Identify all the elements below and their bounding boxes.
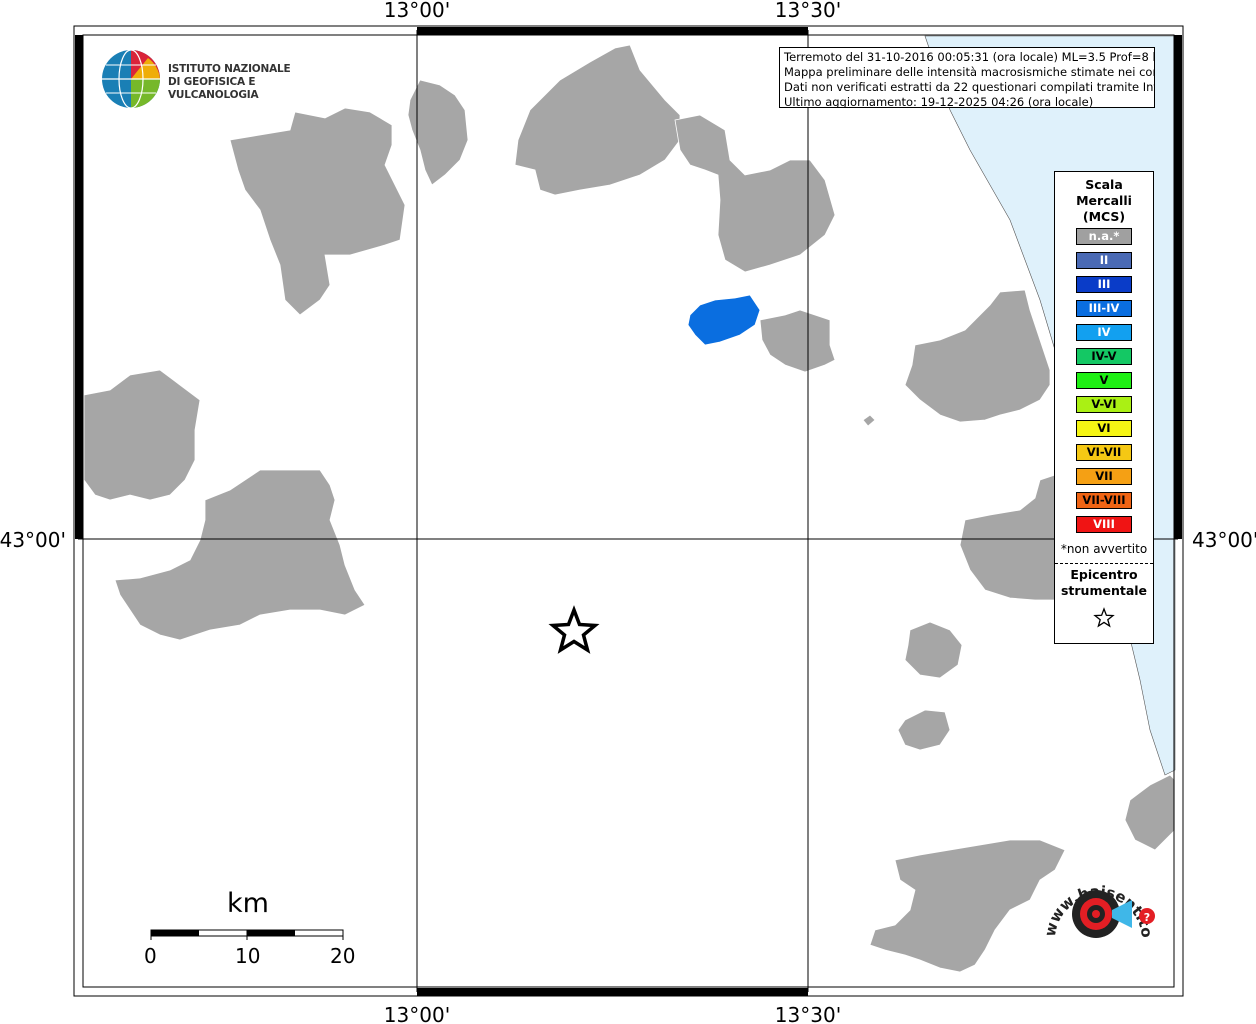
- scale-bar-tick-20: 20: [330, 944, 356, 968]
- lon-label-top-left: 13°00': [384, 0, 450, 22]
- lon-label-top-right: 13°30': [775, 0, 841, 22]
- frame-bar-right: [1174, 35, 1182, 539]
- legend-epicenter-symbol: [1055, 607, 1153, 633]
- scale-bar: km 0 10 20: [130, 888, 370, 978]
- info-line-event: Terremoto del 31-10-2016 00:05:31 (ora l…: [784, 50, 1155, 64]
- scale-bar-tick-10: 10: [235, 944, 261, 968]
- ingv-name-line2: DI GEOFISICA E VULCANOLOGIA: [168, 76, 259, 101]
- mcs-legend: Scala Mercalli (MCS) n.a.* II III III-IV IV I…: [1054, 171, 1154, 644]
- legend-swatch-vii-viii: VII-VIII: [1076, 492, 1132, 509]
- legend-swatch-ii: II: [1076, 252, 1132, 269]
- lat-label-right: 43°00': [1192, 528, 1256, 552]
- legend-na-note: *non avvertito: [1060, 542, 1148, 556]
- legend-swatch-iii-iv: III-IV: [1076, 300, 1132, 317]
- ingv-name-line1: ISTITUTO NAZIONALE: [168, 63, 291, 75]
- lat-label-left: 43°00': [0, 528, 66, 552]
- ingv-name: ISTITUTO NAZIONALE DI GEOFISICA E VULCAN…: [168, 63, 330, 102]
- legend-title-line2: Mercalli: [1076, 193, 1132, 208]
- municipality-area-center-east: [759, 309, 836, 373]
- ingv-globe-icon: [102, 49, 160, 109]
- municipality-area-east-coast: [904, 289, 1051, 423]
- legend-epicenter-line1: Epicentro: [1070, 567, 1138, 582]
- info-line-description: Mappa preliminare delle intensità macros…: [784, 65, 1155, 79]
- hai-sentito-il-terremoto-logo: www.haisentitoilterremoto.it ?: [1022, 844, 1170, 978]
- municipality-area-southeast-small-1: [904, 621, 963, 679]
- earthquake-info-box: Terremoto del 31-10-2016 00:05:31 (ora l…: [779, 47, 1155, 108]
- legend-title: Scala Mercalli (MCS): [1055, 177, 1153, 225]
- legend-swatch-vi: VI: [1076, 420, 1132, 437]
- municipality-area-west: [83, 369, 201, 501]
- hsi-logo-graphic: www.haisentitoilterremoto.it ?: [1022, 844, 1156, 939]
- frame-bar-bottom: [417, 988, 808, 996]
- legend-swatch-viii: VIII: [1076, 516, 1132, 533]
- scale-bar-graphic: [150, 929, 344, 940]
- legend-swatch-iv-v: IV-V: [1076, 348, 1132, 365]
- municipality-area-tiny: [862, 414, 876, 427]
- legend-swatch-iv: IV: [1076, 324, 1132, 341]
- legend-epicenter-line2: strumentale: [1060, 583, 1148, 598]
- legend-star-icon: [1093, 607, 1115, 628]
- legend-swatches: n.a.* II III III-IV IV IV-V V V-VI VI VI-VII VII VI…: [1055, 228, 1153, 533]
- frame-bar-top: [417, 27, 808, 35]
- svg-text:?: ?: [1144, 911, 1150, 924]
- legend-title-line3: (MCS): [1082, 209, 1126, 224]
- municipality-area-southeast-small-2: [897, 709, 951, 751]
- legend-epicenter-title: Epicentro strumentale: [1055, 567, 1153, 599]
- legend-swatch-vii: VII: [1076, 468, 1132, 485]
- municipality-area-north-east: [674, 114, 836, 273]
- municipality-area-far-east: [1124, 774, 1176, 851]
- municipality-intensity-iii-iv: [687, 294, 761, 346]
- municipality-area-north-center: [514, 44, 681, 196]
- epicenter-star-icon: [548, 605, 600, 654]
- info-line-last-update: Ultimo aggiornamento: 19-12-2025 04:26 (…: [784, 95, 1094, 108]
- legend-swatch-vi-vii: VI-VII: [1076, 444, 1132, 461]
- lon-label-bottom-right: 13°30': [775, 1003, 841, 1024]
- frame-bar-left: [75, 35, 83, 539]
- info-line-data-source: Dati non verificati estratti da 22 quest…: [784, 80, 1155, 94]
- lon-label-bottom-left: 13°00': [384, 1003, 450, 1024]
- legend-title-line1: Scala: [1085, 177, 1123, 192]
- legend-swatch-iii: III: [1076, 276, 1132, 293]
- ingv-logo: ISTITUTO NAZIONALE DI GEOFISICA E VULCAN…: [100, 48, 330, 112]
- legend-separator: [1055, 563, 1153, 564]
- scale-bar-tick-0: 0: [144, 944, 157, 968]
- legend-swatch-n-a: n.a.*: [1076, 228, 1132, 245]
- legend-swatch-v-vi: V-VI: [1076, 396, 1132, 413]
- municipality-area-northwest: [229, 107, 406, 316]
- legend-swatch-v: V: [1076, 372, 1132, 389]
